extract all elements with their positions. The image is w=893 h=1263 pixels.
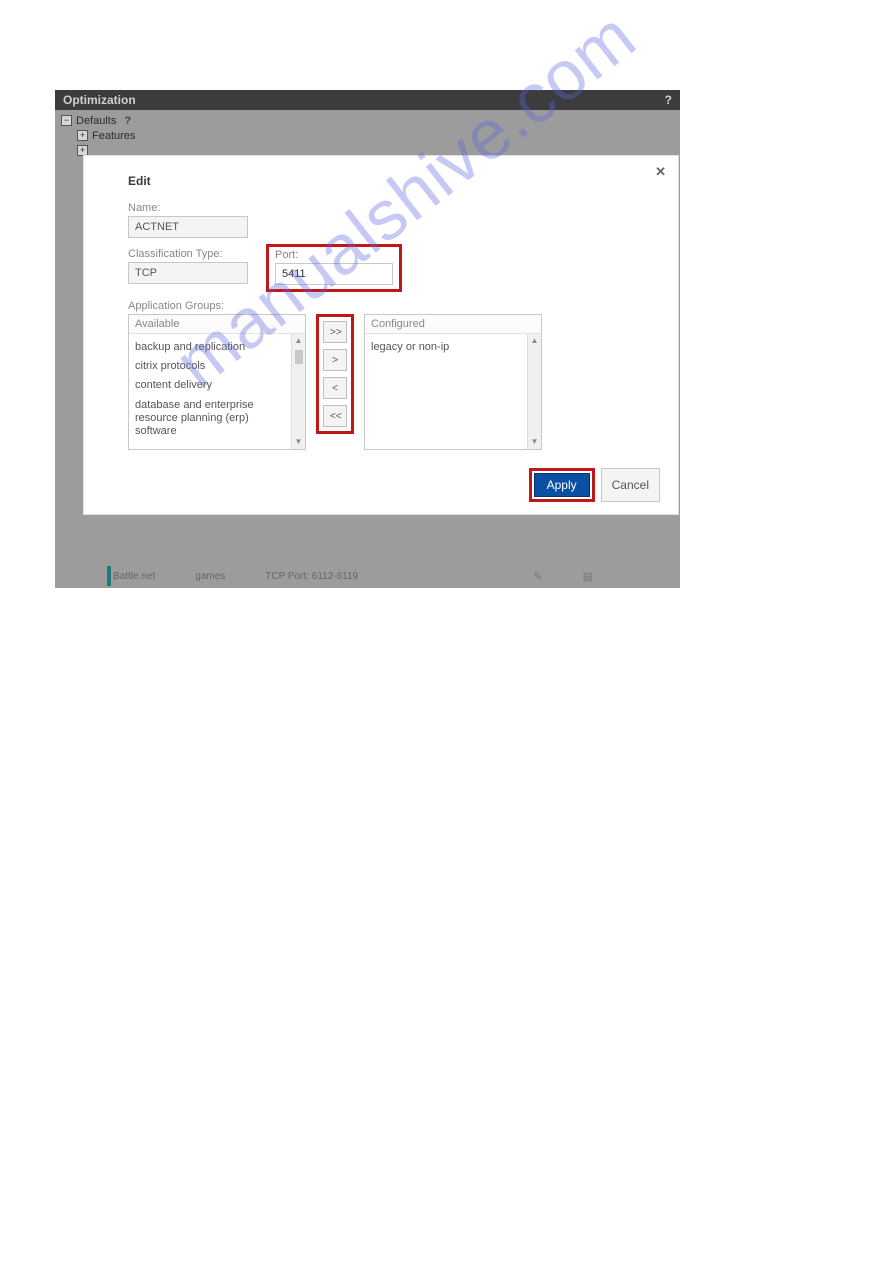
dialog-footer: Apply Cancel bbox=[529, 468, 660, 502]
list-item[interactable]: database and enterprise resource plannin… bbox=[135, 396, 285, 442]
classification-label: Classification Type: bbox=[128, 248, 248, 260]
port-field[interactable] bbox=[275, 263, 393, 285]
dialog-title: Edit bbox=[128, 174, 634, 188]
content-background: ✕ Edit Name: Classification Type: Port: bbox=[55, 158, 680, 588]
list-icon[interactable]: ▤ bbox=[583, 570, 593, 583]
list-item[interactable]: legacy or non-ip bbox=[371, 338, 521, 357]
move-left-button[interactable]: < bbox=[323, 377, 347, 399]
cancel-button[interactable]: Cancel bbox=[601, 468, 660, 502]
apply-highlight: Apply bbox=[529, 468, 595, 502]
row-accent bbox=[107, 566, 111, 586]
background-table-row: Battle.net games TCP Port: 6112-6119 ✎ ▤ bbox=[113, 568, 593, 584]
pencil-icon[interactable]: ✎ bbox=[533, 570, 542, 583]
scroll-down-icon[interactable]: ▼ bbox=[295, 437, 303, 447]
edit-dialog: ✕ Edit Name: Classification Type: Port: bbox=[83, 155, 679, 515]
scroll-up-icon[interactable]: ▲ bbox=[531, 336, 539, 346]
application-groups-row: Available backup and replication citrix … bbox=[128, 314, 634, 450]
classification-field bbox=[128, 262, 248, 284]
configured-scrollbar[interactable]: ▲ ▼ bbox=[527, 334, 541, 449]
bg-col-port: TCP Port: 6112-6119 bbox=[265, 571, 358, 582]
tree-label: Features bbox=[92, 130, 135, 142]
bg-col-name: Battle.net bbox=[113, 571, 155, 582]
move-all-right-button[interactable]: >> bbox=[323, 321, 347, 343]
available-header: Available bbox=[129, 315, 305, 334]
close-icon[interactable]: ✕ bbox=[655, 164, 666, 180]
scroll-down-icon[interactable]: ▼ bbox=[531, 437, 539, 447]
port-label: Port: bbox=[275, 249, 393, 261]
name-field bbox=[128, 216, 248, 238]
window-title: Optimization bbox=[63, 90, 136, 110]
expand-icon[interactable]: + bbox=[77, 130, 88, 141]
move-buttons-highlight: >> > < << bbox=[316, 314, 354, 434]
scroll-thumb[interactable] bbox=[295, 350, 303, 364]
move-all-left-button[interactable]: << bbox=[323, 405, 347, 427]
name-label: Name: bbox=[128, 202, 634, 214]
available-list[interactable]: backup and replication citrix protocols … bbox=[129, 334, 291, 449]
list-item[interactable]: citrix protocols bbox=[135, 357, 285, 376]
apply-button[interactable]: Apply bbox=[534, 473, 590, 497]
tree-label: Defaults bbox=[76, 115, 116, 127]
scroll-up-icon[interactable]: ▲ bbox=[295, 336, 303, 346]
collapse-icon[interactable]: − bbox=[61, 115, 72, 126]
tree-node-defaults[interactable]: − Defaults ? bbox=[61, 113, 674, 128]
configured-panel: Configured legacy or non-ip ▲ ▼ bbox=[364, 314, 542, 450]
tree-node-features[interactable]: + Features bbox=[77, 128, 674, 143]
configured-header: Configured bbox=[365, 315, 541, 334]
list-item[interactable]: backup and replication bbox=[135, 338, 285, 357]
window-titlebar: Optimization ? bbox=[55, 90, 680, 110]
app-window: Optimization ? − Defaults ? + Features +… bbox=[55, 90, 680, 513]
available-scrollbar[interactable]: ▲ ▼ bbox=[291, 334, 305, 449]
tree-panel: − Defaults ? + Features + − bbox=[55, 110, 680, 158]
port-highlight: Port: bbox=[266, 244, 402, 292]
available-panel: Available backup and replication citrix … bbox=[128, 314, 306, 450]
help-icon[interactable]: ? bbox=[120, 115, 131, 127]
help-icon[interactable]: ? bbox=[665, 90, 672, 110]
application-groups-label: Application Groups: bbox=[128, 300, 634, 312]
configured-list[interactable]: legacy or non-ip bbox=[365, 334, 527, 449]
move-right-button[interactable]: > bbox=[323, 349, 347, 371]
bg-col-group: games bbox=[195, 571, 225, 582]
list-item[interactable]: content delivery bbox=[135, 376, 285, 395]
